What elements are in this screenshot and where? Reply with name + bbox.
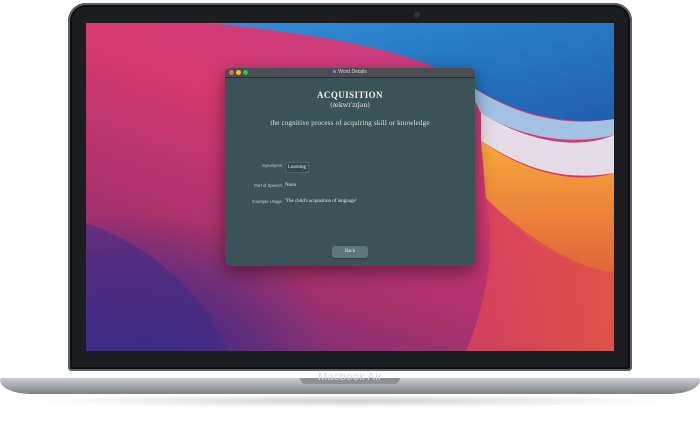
definition-text: the cognitive process of acquiring skill… bbox=[270, 119, 430, 127]
app-icon bbox=[333, 70, 337, 74]
part-of-speech-row: Part of Speech: Noun bbox=[225, 181, 475, 191]
synonyms-row: Synonyms: Learning bbox=[225, 161, 475, 173]
window-title-container: Word Details bbox=[225, 68, 475, 77]
part-of-speech-label: Part of Speech: bbox=[254, 183, 283, 188]
example-usage-value: 'The child's acquisition of language' bbox=[285, 199, 357, 204]
word-details-window: Word Details ACQUISITION (ækwɪˈzɪʃən) th… bbox=[225, 68, 475, 266]
camera-icon bbox=[414, 12, 420, 18]
window-titlebar[interactable]: Word Details bbox=[225, 68, 475, 78]
laptop-shadow bbox=[30, 394, 670, 408]
device-model-label: Macbook Air bbox=[318, 371, 382, 383]
desktop-wallpaper: Word Details ACQUISITION (ækwɪˈzɪʃən) th… bbox=[86, 23, 614, 351]
example-usage-row: Example Usage: 'The child's acquisition … bbox=[225, 197, 475, 207]
part-of-speech-value: Noun bbox=[285, 183, 297, 188]
synonyms-label: Synonyms: bbox=[262, 163, 283, 168]
phonetic-transcription: (ækwɪˈzɪʃən) bbox=[330, 101, 370, 109]
window-title: Word Details bbox=[338, 69, 367, 75]
synonyms-field[interactable]: Learning bbox=[285, 161, 310, 173]
example-usage-label: Example Usage: bbox=[252, 199, 283, 204]
back-button[interactable]: Back bbox=[332, 246, 368, 258]
headword: ACQUISITION bbox=[317, 90, 383, 100]
